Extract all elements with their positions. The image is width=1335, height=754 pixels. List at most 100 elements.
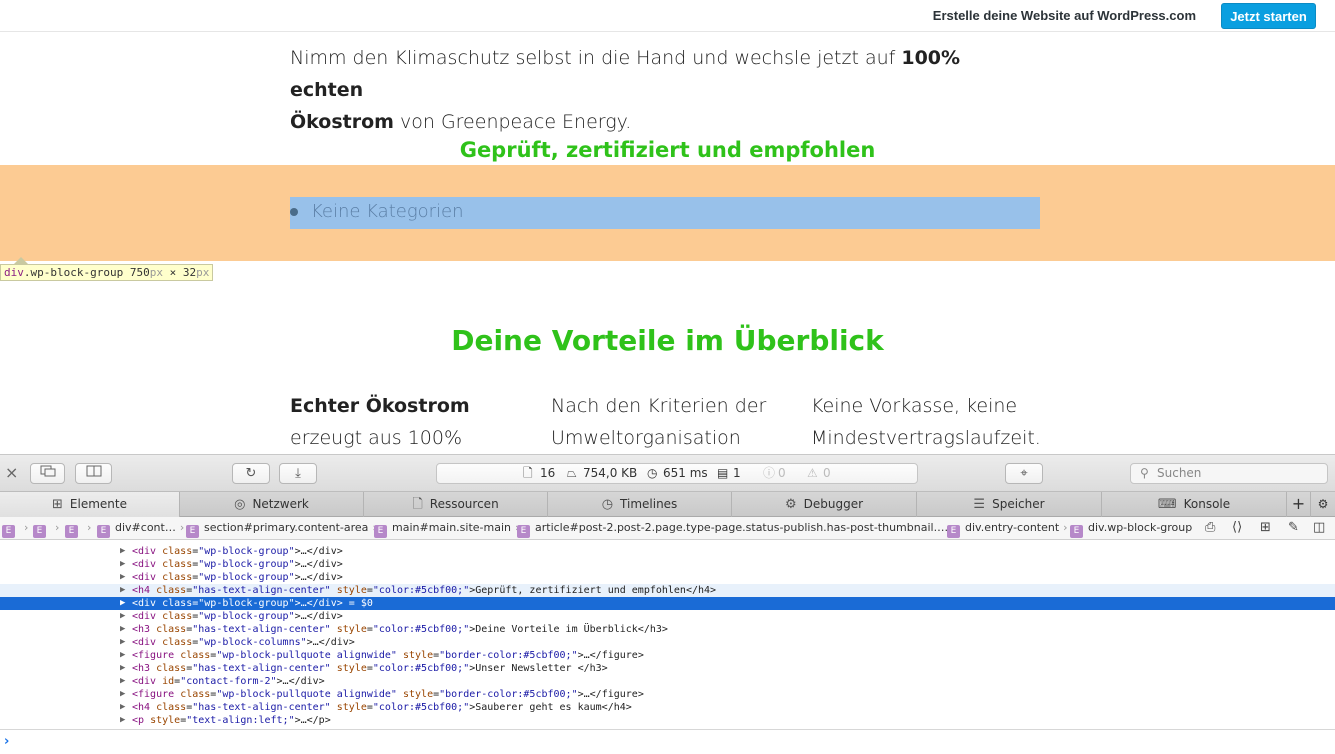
- pencil-icon[interactable]: ✎: [1288, 517, 1299, 539]
- reload-icon[interactable]: ↻: [232, 463, 270, 484]
- dom-content: >…</div>: [294, 546, 343, 557]
- dom-content: >…</div>: [306, 637, 355, 648]
- disclosure-triangle-icon[interactable]: ▶: [120, 701, 125, 714]
- breadcrumb-item[interactable]: E ›: [33, 517, 59, 539]
- console-prompt[interactable]: ›: [0, 729, 1335, 754]
- code-icon[interactable]: ⟨⟩: [1232, 517, 1242, 539]
- dom-node-row[interactable]: ▶ <div class="wp-block-group">…</div>: [0, 610, 1335, 623]
- dom-node-row[interactable]: ▶ <figure class="wp-block-pullquote align…: [0, 649, 1335, 662]
- dom-attr-value: "wp-block-group": [198, 611, 295, 622]
- tab-timelines[interactable]: ◷ Timelines: [548, 492, 732, 517]
- dom-node-row[interactable]: ▶ <div class="wp-block-group">…</div> = $…: [0, 597, 1335, 610]
- dom-node-row[interactable]: ▶ <h3 class="has-text-align-center" style…: [0, 623, 1335, 636]
- error-count[interactable]: 0: [778, 464, 786, 483]
- disclosure-triangle-icon[interactable]: ▶: [120, 558, 125, 571]
- dom-node-row[interactable]: ▶ <div class="wp-block-columns">…</div>: [0, 636, 1335, 649]
- tab-debugger[interactable]: ⚙ Debugger: [732, 492, 917, 517]
- sidebar-toggle-icon[interactable]: ◫: [1313, 517, 1325, 539]
- tab-resources[interactable]: 🗋 Ressourcen: [364, 492, 548, 517]
- disclosure-triangle-icon[interactable]: ▶: [120, 662, 125, 675]
- breadcrumb-item[interactable]: Ediv#cont… ›: [97, 517, 184, 539]
- get-started-button[interactable]: Jetzt starten: [1221, 3, 1316, 29]
- intro-bold-2: Ökostrom: [290, 111, 394, 133]
- detach-icon[interactable]: [30, 463, 65, 484]
- dom-tag: <h3: [132, 663, 151, 674]
- search-icon: ⚲: [1140, 466, 1149, 480]
- disclosure-triangle-icon[interactable]: ▶: [120, 597, 125, 610]
- disclosure-triangle-icon[interactable]: ▶: [120, 636, 125, 649]
- dom-tag: <figure: [132, 650, 175, 661]
- dom-node-row[interactable]: ▶ <h4 class="has-text-align-center" style…: [0, 701, 1335, 714]
- dom-content: >Deine Vorteile im Überblick</h3>: [469, 624, 668, 635]
- dom-tag: <div: [132, 546, 157, 557]
- dom-attr-name: class: [162, 559, 193, 570]
- dom-node-row[interactable]: ▶ <div class="wp-block-group">…</div>: [0, 545, 1335, 558]
- disclosure-triangle-icon[interactable]: ▶: [120, 714, 125, 727]
- warning-count[interactable]: 0: [823, 464, 831, 483]
- promo-text: Erstelle deine Website auf WordPress.com: [932, 8, 1196, 23]
- breadcrumb-item[interactable]: Esection#primary.content-area›: [186, 517, 377, 539]
- download-icon[interactable]: ⤓: [279, 463, 317, 484]
- disclosure-triangle-icon[interactable]: ▶: [120, 688, 125, 701]
- inspector-search-input[interactable]: ⚲ Suchen: [1130, 463, 1328, 484]
- tab-network[interactable]: ◎ Netzwerk: [180, 492, 364, 517]
- dom-node-row[interactable]: ▶ <figure class="wp-block-pullquote align…: [0, 688, 1335, 701]
- tooltip-arrow: [14, 257, 28, 264]
- settings-icon[interactable]: ⚙: [1311, 492, 1335, 517]
- element-icon: E: [33, 525, 46, 538]
- page-content: Nimm den Klimaschutz selbst in die Hand …: [0, 32, 1335, 454]
- breadcrumb-item[interactable]: Ediv.wp-block-group: [1070, 517, 1192, 539]
- dom-attr-name: class: [162, 637, 193, 648]
- tab-elements[interactable]: ⊞ Elemente: [0, 492, 180, 517]
- weight-icon: ⏢: [567, 466, 577, 480]
- dom-attr-name: class: [162, 598, 193, 609]
- dom-node-row[interactable]: ▶ <h3 class="has-text-align-center" style…: [0, 662, 1335, 675]
- disclosure-triangle-icon[interactable]: ▶: [120, 623, 125, 636]
- dom-attr-name: style: [336, 585, 367, 596]
- benefit-1-text: erzeugt aus 100% erneuerbaren: [290, 427, 463, 449]
- breadcrumb-item[interactable]: Earticle#post-2.post-2.page.type-page.st…: [517, 517, 956, 539]
- resource-count[interactable]: 16: [540, 464, 555, 483]
- grid-icon[interactable]: ⊞: [1260, 517, 1271, 539]
- crosshair-icon[interactable]: ⌖: [1005, 463, 1043, 484]
- benefit-1-bold: Echter Ökostrom: [290, 395, 470, 417]
- breadcrumb-label: article#post-2.post-2.page.type-page.sta…: [535, 521, 949, 534]
- category-list-item[interactable]: Keine Kategorien: [311, 201, 464, 222]
- close-icon[interactable]: ×: [5, 464, 18, 482]
- dom-node-row[interactable]: ▶ <div class="wp-block-group">…</div>: [0, 558, 1335, 571]
- dom-node-row[interactable]: ▶ <div class="wp-block-group">…</div>: [0, 571, 1335, 584]
- disclosure-triangle-icon[interactable]: ▶: [120, 610, 125, 623]
- tab-storage[interactable]: ☰ Speicher: [917, 492, 1102, 517]
- dom-content: >…</div>: [276, 676, 325, 687]
- dom-attr-value: "text-align:left;": [186, 715, 295, 726]
- breadcrumb-item[interactable]: Ediv.entry-content ›: [947, 517, 1068, 539]
- disclosure-triangle-icon[interactable]: ▶: [120, 545, 125, 558]
- add-tab-icon[interactable]: +: [1287, 492, 1311, 517]
- disclosure-triangle-icon[interactable]: ▶: [120, 571, 125, 584]
- dom-attr-name: style: [336, 663, 367, 674]
- breadcrumb-item[interactable]: E ›: [65, 517, 91, 539]
- tab-label: Speicher: [992, 497, 1045, 511]
- clock-icon: ◷: [647, 466, 658, 480]
- disclosure-triangle-icon[interactable]: ▶: [120, 584, 125, 597]
- dom-attr-name: style: [336, 624, 367, 635]
- dom-node-row[interactable]: ▶ <div id="contact-form-2">…</div>: [0, 675, 1335, 688]
- dom-attr-name: style: [336, 702, 367, 713]
- dock-side-icon[interactable]: [75, 463, 112, 484]
- print-icon[interactable]: ⎙: [1205, 517, 1215, 539]
- dom-node-row[interactable]: ▶ <h4 class="has-text-align-center" style…: [0, 584, 1335, 597]
- dom-node-row[interactable]: ▶ <p style="text-align:left;">…</p>: [0, 714, 1335, 727]
- tooltip-unit: px: [196, 266, 210, 279]
- disclosure-triangle-icon[interactable]: ▶: [120, 649, 125, 662]
- element-icon: E: [374, 525, 387, 538]
- tab-console[interactable]: ⌨ Konsole: [1102, 492, 1287, 517]
- dom-attr-name: style: [402, 689, 434, 700]
- disclosure-triangle-icon[interactable]: ▶: [120, 675, 125, 688]
- log-count[interactable]: 1: [733, 464, 741, 483]
- load-time[interactable]: 651 ms: [663, 464, 708, 483]
- breadcrumb-label: section#primary.content-area: [204, 521, 369, 534]
- breadcrumb-item[interactable]: Emain#main.site-main›: [374, 517, 519, 539]
- dom-attr-name: class: [156, 663, 187, 674]
- breadcrumb-item[interactable]: E ›: [2, 517, 28, 539]
- page-size[interactable]: 754,0 KB: [583, 464, 637, 483]
